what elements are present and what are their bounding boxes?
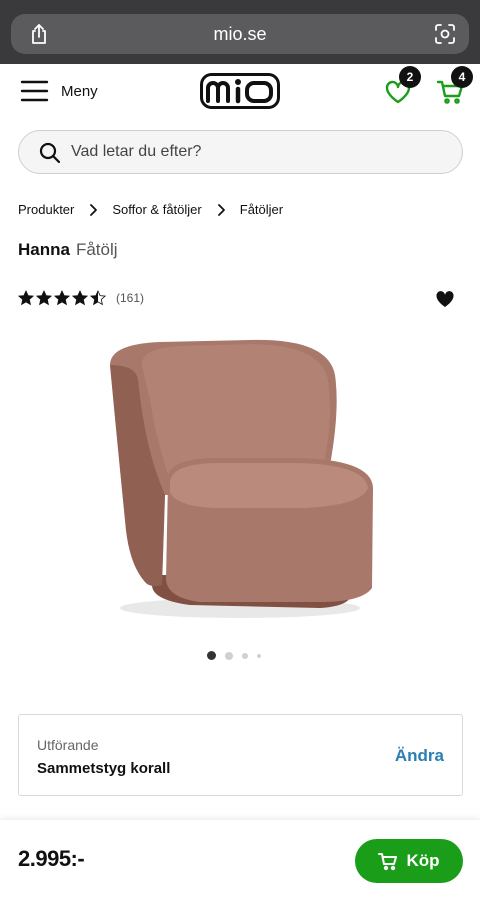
star-icon [36, 290, 52, 306]
heart-filled-icon[interactable] [435, 289, 455, 309]
star-icon [54, 290, 70, 306]
carousel-dot[interactable] [257, 653, 261, 658]
buy-label: Köp [406, 851, 440, 870]
purchase-bar: 2.995:- Köp [0, 820, 480, 897]
product-title: Hanna Fåtölj [18, 240, 118, 260]
breadcrumb-item-produkter[interactable]: Produkter [18, 202, 74, 217]
menu-button[interactable]: Meny [20, 79, 98, 103]
search-bar[interactable] [18, 130, 463, 174]
carousel-dot[interactable] [242, 652, 248, 659]
product-image[interactable] [90, 330, 390, 630]
star-icon [18, 290, 34, 306]
cart-icon [378, 853, 398, 871]
variant-value: Sammetstyg korall [37, 760, 171, 777]
carousel-dot[interactable] [225, 651, 233, 660]
hamburger-icon [20, 80, 49, 102]
change-variant-link[interactable]: Ändra [395, 746, 444, 766]
product-category: Fåtölj [75, 240, 118, 259]
browser-toolbar: mio.se [0, 0, 480, 64]
wishlist-count-badge: 2 [399, 66, 421, 88]
search-input[interactable] [71, 131, 451, 173]
carousel-dot[interactable] [207, 651, 216, 660]
price: 2.995:- [18, 846, 85, 871]
lens-icon[interactable] [433, 22, 457, 46]
product-name: Hanna [18, 240, 70, 259]
site-header: Meny 2 4 [0, 64, 480, 120]
star-icon [90, 290, 106, 306]
buy-button[interactable]: Köp [355, 839, 463, 883]
breadcrumb-item-fatoljer[interactable]: Fåtöljer [240, 202, 283, 217]
search-icon [39, 142, 61, 164]
cart-count-badge: 4 [451, 66, 473, 88]
product-rating[interactable]: (161) [18, 290, 144, 306]
menu-label: Meny [61, 82, 98, 100]
variant-selector[interactable]: Utförande Sammetstyg korall Ändra [18, 714, 463, 796]
chevron-right-icon [217, 203, 225, 216]
chevron-right-icon [90, 203, 98, 216]
address-bar[interactable]: mio.se [11, 14, 469, 54]
image-carousel-dots[interactable] [207, 651, 270, 660]
rating-stars [18, 290, 108, 306]
url-text[interactable]: mio.se [11, 24, 469, 45]
breadcrumb-item-soffor[interactable]: Soffor & fåtöljer [112, 202, 201, 217]
review-count[interactable]: (161) [116, 291, 144, 305]
variant-label: Utförande [37, 737, 99, 753]
breadcrumb: Produkter Soffor & fåtöljer Fåtöljer [18, 202, 283, 217]
mio-logo[interactable] [200, 73, 280, 109]
star-icon [72, 290, 88, 306]
